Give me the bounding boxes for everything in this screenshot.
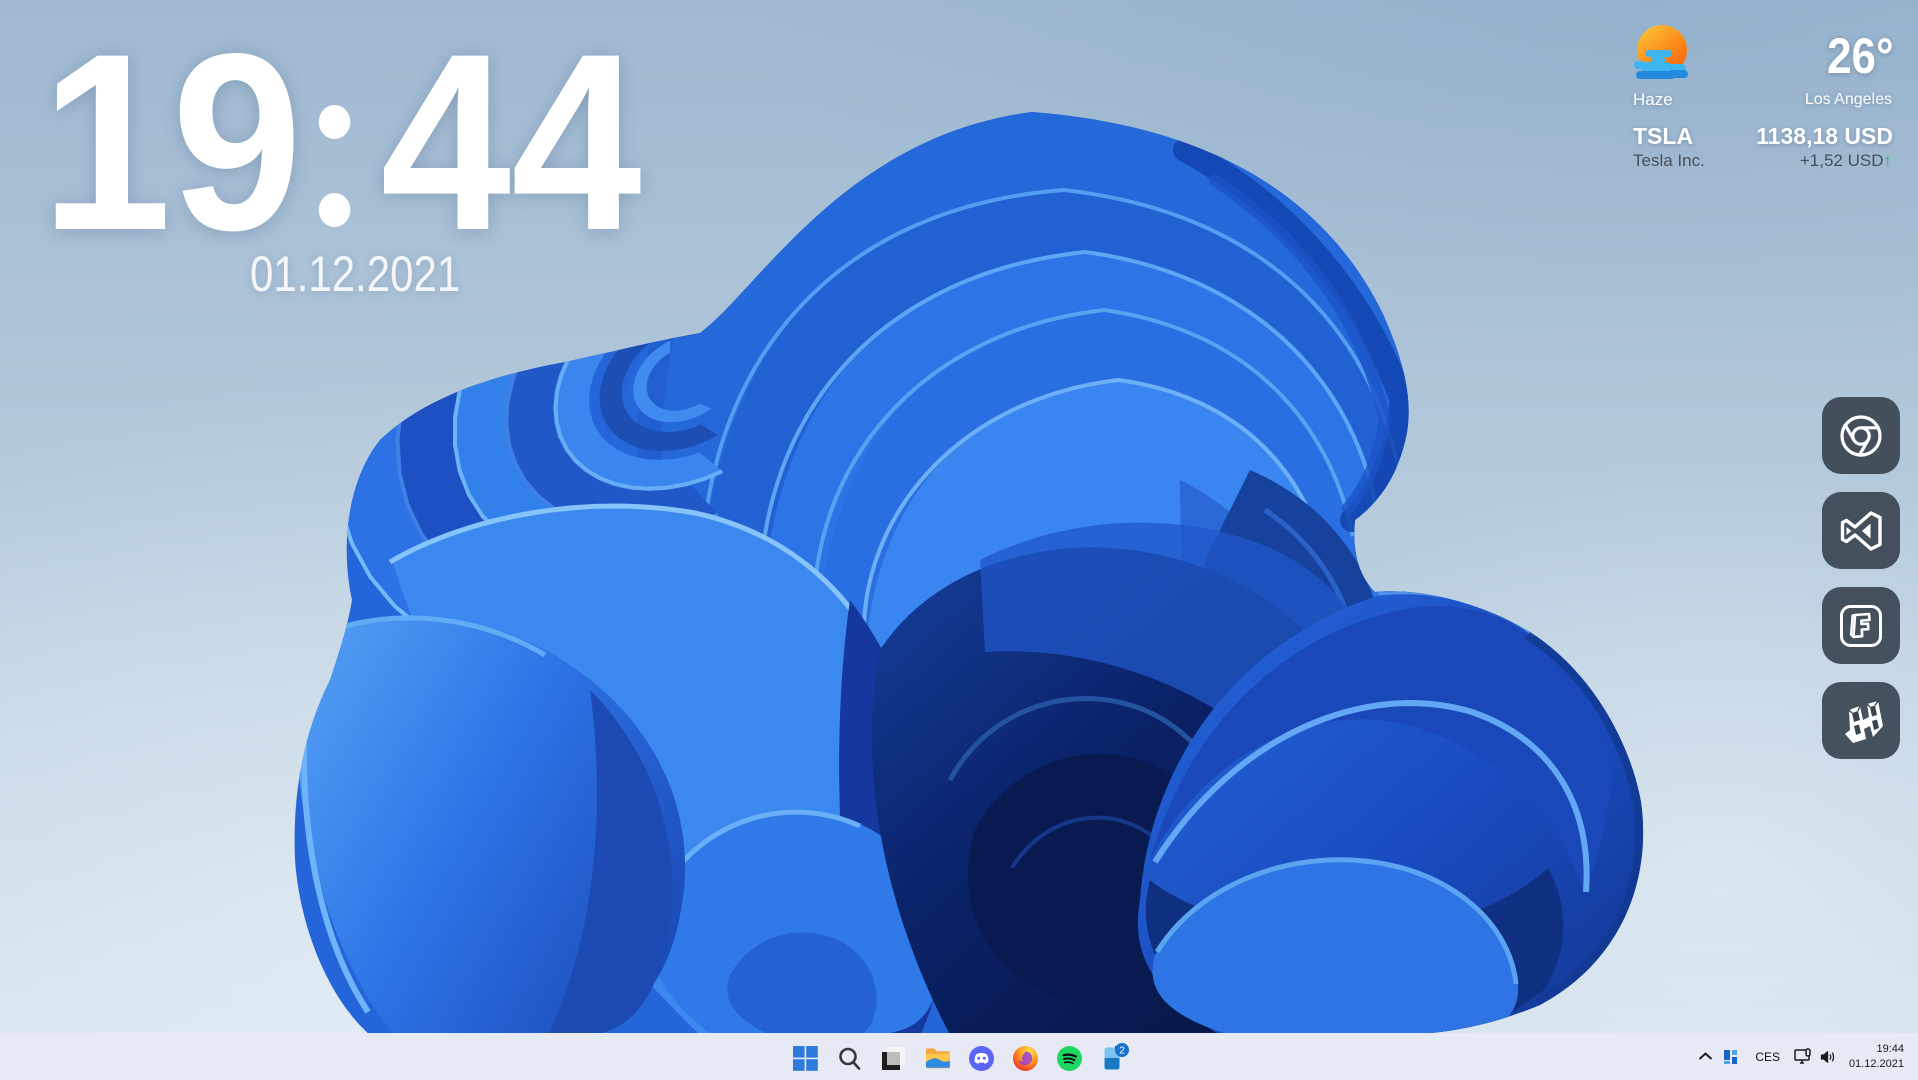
svg-text:2: 2	[1119, 1046, 1125, 1057]
